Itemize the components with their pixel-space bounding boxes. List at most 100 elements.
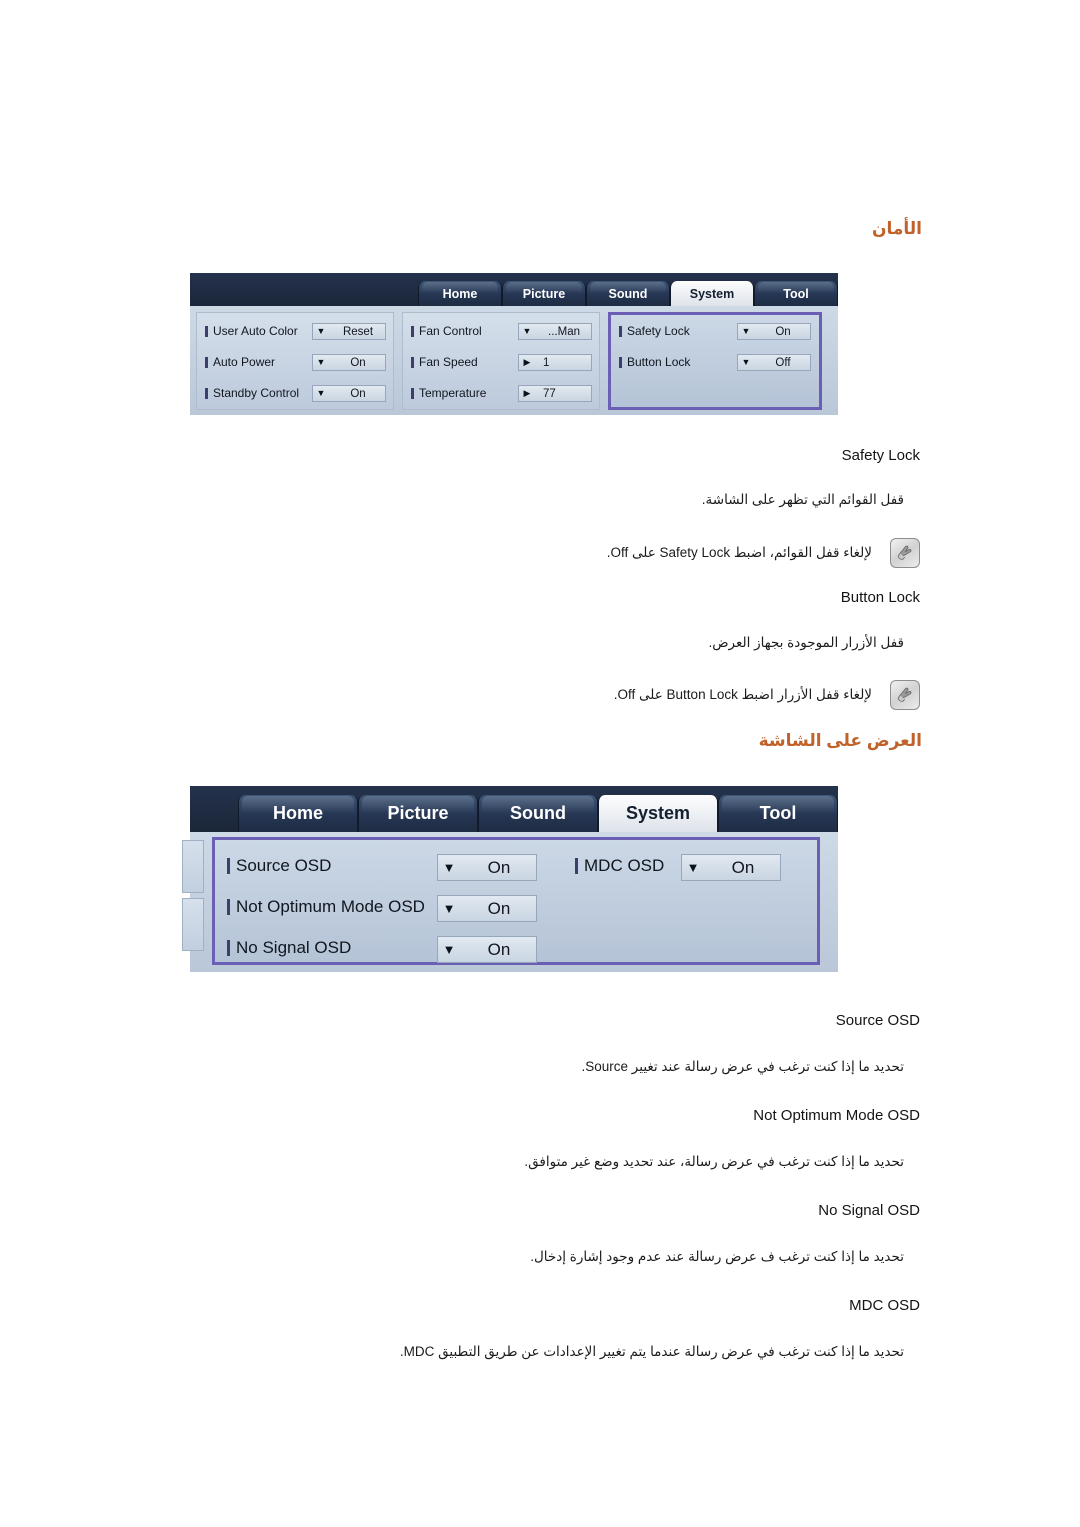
bullet-icon	[575, 858, 578, 874]
description-button-lock: قفل الأزرار الموجودة بجهاز العرض.	[708, 635, 904, 650]
tab-picture-label: Picture	[387, 803, 449, 823]
dropdown-value: Reset	[342, 325, 374, 338]
spinner-temperature[interactable]: 77 ▶	[518, 385, 592, 402]
bullet-icon	[205, 325, 208, 337]
description-source-osd: تحديد ما إذا كنت ترغب في عرض رسالة عند ت…	[581, 1059, 905, 1074]
section-heading-osd: العرض على الشاشة	[758, 731, 922, 750]
bullet-icon	[227, 940, 230, 956]
osd-screenshot-system-osd: Home Picture Sound System Tool Source OS…	[182, 786, 838, 972]
bullet-icon	[227, 858, 230, 874]
tab-home[interactable]: Home	[418, 281, 502, 306]
bullet-icon	[227, 899, 230, 915]
label-text: Fan Control	[419, 324, 482, 338]
setting-row-no-signal-osd: No Signal OSD	[227, 938, 351, 958]
chevron-right-icon[interactable]: ▶	[519, 389, 535, 398]
chevron-down-icon: ▼	[442, 942, 456, 957]
dropdown-safety-lock[interactable]: On ▼	[737, 323, 811, 340]
dropdown-value: Off	[775, 356, 791, 369]
setting-row-temperature: Temperature	[411, 386, 486, 400]
dropdown-standby-control[interactable]: On ▼	[312, 385, 386, 402]
label-text: Safety Lock	[627, 324, 690, 338]
setting-label-mdc-osd: MDC OSD	[575, 856, 664, 876]
term-button-lock: Button Lock	[840, 589, 920, 606]
chevron-down-icon: ▼	[442, 901, 456, 916]
dropdown-value: On	[775, 325, 791, 338]
tab-home[interactable]: Home	[238, 795, 358, 832]
setting-label-source-osd: Source OSD	[227, 856, 331, 876]
bullet-icon	[205, 387, 208, 399]
tab-system[interactable]: System	[670, 281, 754, 306]
spinner-value: 1	[543, 356, 550, 369]
bullet-icon	[205, 356, 208, 368]
tab-picture[interactable]: Picture	[502, 281, 586, 306]
label-text: MDC OSD	[584, 856, 665, 875]
dropdown-value: On	[487, 857, 511, 877]
term-safety-lock: Safety Lock	[841, 447, 920, 464]
tab-sound[interactable]: Sound	[478, 795, 598, 832]
setting-label-fan-speed: Fan Speed	[411, 355, 478, 369]
setting-row-mdc-osd: MDC OSD	[575, 856, 664, 876]
spinner-value: 77	[543, 387, 556, 400]
note-button-lock: لإلغاء قفل الأزرار اضبط Button Lock على …	[614, 680, 920, 710]
setting-label-fan-control: Fan Control	[411, 324, 482, 338]
dropdown-not-optimum-mode-osd[interactable]: On ▼	[437, 895, 537, 922]
term-mdc-osd: MDC OSD	[849, 1297, 920, 1314]
tab-home-label: Home	[442, 286, 478, 301]
chevron-down-icon: ▼	[316, 326, 326, 336]
dropdown-user-auto-color[interactable]: Reset ▼	[312, 323, 386, 340]
chevron-down-icon: ▼	[442, 860, 456, 875]
tab-home-label: Home	[272, 803, 323, 823]
chevron-down-icon: ▼	[741, 326, 751, 336]
label-text: No Signal OSD	[236, 938, 352, 957]
note-hand-icon	[890, 680, 920, 710]
tab-system[interactable]: System	[598, 795, 718, 832]
label-text: Fan Speed	[419, 355, 478, 369]
setting-row-auto-power: Auto Power	[205, 355, 275, 369]
dropdown-value: Man...	[548, 325, 580, 338]
bullet-icon	[619, 325, 622, 337]
settings-column-security-highlighted: Safety Lock On ▼ Button Lock Off ▼	[608, 312, 822, 410]
dropdown-value: On	[731, 857, 755, 877]
tab-tool[interactable]: Tool	[718, 795, 838, 832]
setting-label-user-auto-color: User Auto Color	[205, 324, 298, 338]
tab-sound[interactable]: Sound	[586, 281, 670, 306]
tab-sound-label: Sound	[608, 286, 648, 301]
tab-picture-label: Picture	[522, 286, 566, 301]
label-text: User Auto Color	[213, 324, 298, 338]
label-text: Temperature	[419, 386, 487, 400]
label-text: Not Optimum Mode OSD	[236, 897, 425, 916]
tab-picture[interactable]: Picture	[358, 795, 478, 832]
settings-column-fan: Fan Control Man... ▼ Fan Speed 1 ▶ Tempe…	[402, 312, 600, 410]
dropdown-fan-control[interactable]: Man... ▼	[518, 323, 592, 340]
description-not-optimum-mode-osd: تحديد ما إذا كنت ترغب في عرض رسالة، عند …	[524, 1154, 904, 1169]
chevron-down-icon: ▼	[522, 326, 532, 336]
osd-screenshot-system-security: Home Picture Sound System Tool User Auto…	[190, 273, 838, 415]
setting-row-standby-control: Standby Control	[205, 386, 299, 400]
dropdown-no-signal-osd[interactable]: On ▼	[437, 936, 537, 963]
tab-tool[interactable]: Tool	[754, 281, 838, 306]
osd-tab-group: Home Picture Sound System Tool	[238, 786, 838, 832]
chevron-down-icon: ▼	[686, 860, 700, 875]
description-safety-lock: قفل القوائم التي تظهر على الشاشة.	[701, 492, 904, 507]
dropdown-value: On	[487, 939, 511, 959]
label-text: Standby Control	[213, 386, 300, 400]
note-safety-lock: لإلغاء قفل القوائم، اضبط Safety Lock على…	[607, 538, 920, 568]
setting-label-temperature: Temperature	[411, 386, 486, 400]
osd-tab-bar: Home Picture Sound System Tool	[190, 786, 838, 832]
spinner-fan-speed[interactable]: 1 ▶	[518, 354, 592, 371]
bullet-icon	[411, 325, 414, 337]
setting-row-fan-speed: Fan Speed	[411, 355, 478, 369]
dropdown-button-lock[interactable]: Off ▼	[737, 354, 811, 371]
setting-row-source-osd: Source OSD	[227, 856, 331, 876]
dropdown-auto-power[interactable]: On ▼	[312, 354, 386, 371]
dropdown-value: On	[350, 387, 366, 400]
term-no-signal-osd: No Signal OSD	[818, 1202, 920, 1219]
description-no-signal-osd: تحديد ما إذا كنت ترغب ف عرض رسالة عند عد…	[530, 1249, 904, 1264]
settings-column-osd-highlighted: Source OSD On ▼ Not Optimum Mode OSD On …	[212, 837, 820, 965]
dropdown-mdc-osd[interactable]: On ▼	[681, 854, 781, 881]
dropdown-value: On	[350, 356, 366, 369]
setting-label-not-optimum-mode-osd: Not Optimum Mode OSD	[227, 897, 425, 917]
dropdown-source-osd[interactable]: On ▼	[437, 854, 537, 881]
osd-tab-bar: Home Picture Sound System Tool	[190, 273, 838, 306]
chevron-right-icon[interactable]: ▶	[519, 358, 535, 367]
